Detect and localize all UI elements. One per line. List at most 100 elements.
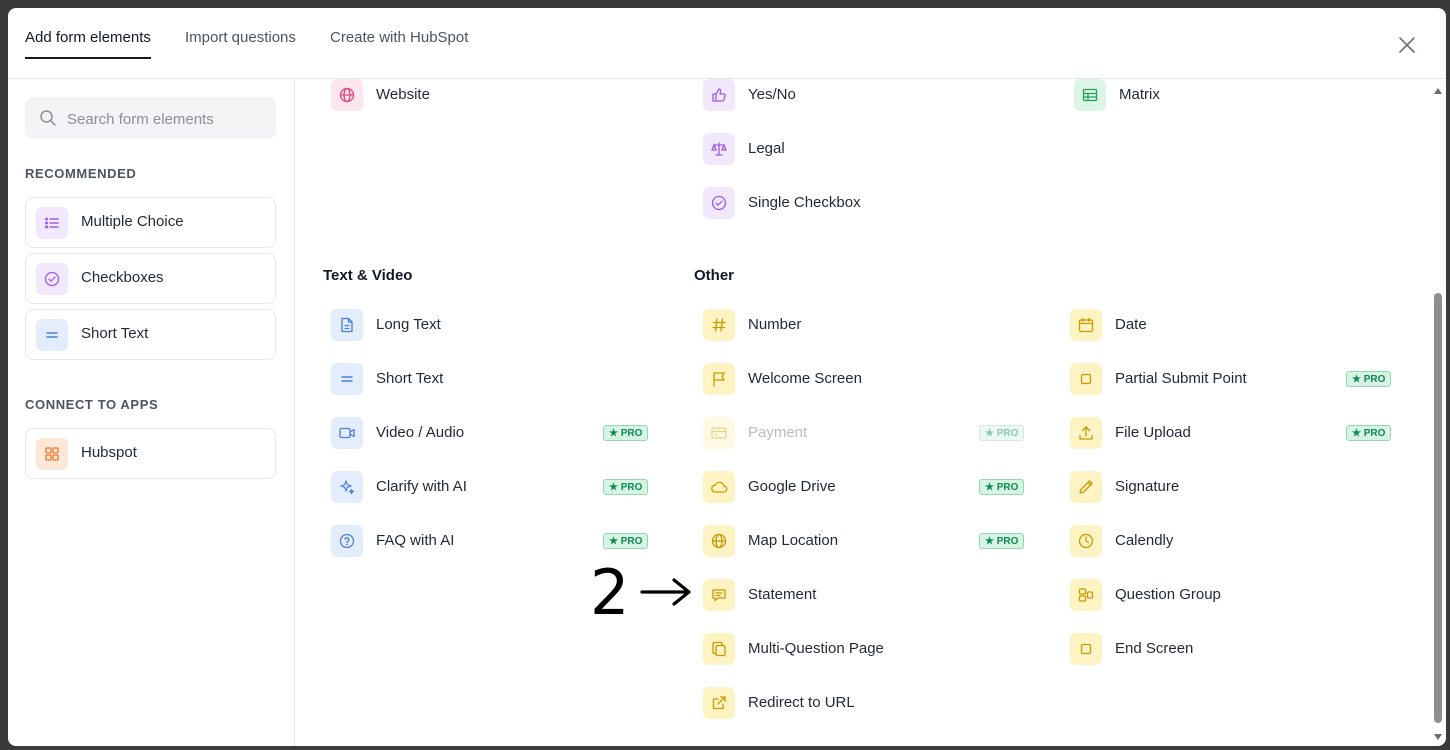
element-label: Welcome Screen bbox=[748, 370, 862, 387]
element-label: Number bbox=[748, 316, 802, 333]
pro-badge: ★ PRO bbox=[1346, 425, 1392, 441]
sparkle-icon bbox=[331, 471, 363, 503]
square-icon bbox=[1070, 633, 1102, 665]
search-box[interactable] bbox=[25, 97, 276, 139]
sidebar-item-checkboxes[interactable]: Checkboxes bbox=[25, 253, 276, 304]
card-icon bbox=[703, 417, 735, 449]
pen-icon bbox=[1070, 471, 1102, 503]
element-signature[interactable]: Signature bbox=[1070, 471, 1400, 503]
list-icon bbox=[36, 207, 68, 239]
sidebar-item-label: Checkboxes bbox=[81, 269, 164, 286]
cloud-icon bbox=[703, 471, 735, 503]
calendar-icon bbox=[1070, 309, 1102, 341]
elements-grid: Website Yes/No Legal Single Checkbox Mat… bbox=[295, 79, 1446, 746]
element-label: Google Drive bbox=[748, 478, 836, 495]
element-google-drive[interactable]: Google Drive ★ PRO bbox=[703, 471, 1033, 503]
element-statement[interactable]: Statement bbox=[703, 579, 1033, 611]
close-button[interactable] bbox=[1396, 34, 1418, 56]
flag-icon bbox=[703, 363, 735, 395]
thumbs-up-icon bbox=[703, 79, 735, 111]
recommended-heading: RECOMMENDED bbox=[25, 166, 137, 181]
element-label: Payment bbox=[748, 424, 808, 441]
element-redirect-to-url[interactable]: Redirect to URL bbox=[703, 687, 1033, 719]
scrollbar[interactable] bbox=[1430, 79, 1446, 746]
element-map-location[interactable]: Map Location ★ PRO bbox=[703, 525, 1033, 557]
element-calendly[interactable]: Calendly bbox=[1070, 525, 1400, 557]
element-date[interactable]: Date bbox=[1070, 309, 1400, 341]
element-label: Calendly bbox=[1115, 532, 1174, 549]
element-question-group[interactable]: Question Group bbox=[1070, 579, 1400, 611]
element-label: Statement bbox=[748, 586, 817, 603]
check-circle-icon bbox=[703, 187, 735, 219]
pro-badge: ★ PRO bbox=[603, 425, 649, 441]
tab-import-questions[interactable]: Import questions bbox=[185, 28, 296, 58]
globe-icon bbox=[703, 525, 735, 557]
table-icon bbox=[1074, 79, 1106, 111]
text-video-heading: Text & Video bbox=[323, 267, 413, 284]
pro-badge: ★ PRO bbox=[979, 533, 1025, 549]
element-number[interactable]: Number bbox=[703, 309, 1033, 341]
element-multi-question-page[interactable]: Multi-Question Page bbox=[703, 633, 1033, 665]
close-icon bbox=[1399, 37, 1415, 53]
element-website[interactable]: Website bbox=[331, 79, 631, 111]
check-circle-icon bbox=[36, 263, 68, 295]
element-video-audio[interactable]: Video / Audio ★ PRO bbox=[331, 417, 661, 449]
speech-bubble-icon bbox=[703, 579, 735, 611]
element-legal[interactable]: Legal bbox=[703, 133, 1003, 165]
element-yes-no[interactable]: Yes/No bbox=[703, 79, 1003, 111]
annotation-arrow-icon bbox=[640, 578, 691, 606]
pro-badge: ★ PRO bbox=[603, 533, 649, 549]
sidebar-item-short-text[interactable]: Short Text bbox=[25, 309, 276, 360]
element-label: Question Group bbox=[1115, 586, 1221, 603]
pro-badge: ★ PRO bbox=[1346, 371, 1392, 387]
sidebar-item-multiple-choice[interactable]: Multiple Choice bbox=[25, 197, 276, 248]
tab-add-form-elements[interactable]: Add form elements bbox=[25, 28, 151, 59]
equals-icon bbox=[36, 319, 68, 351]
globe-icon bbox=[331, 79, 363, 111]
element-label: Date bbox=[1115, 316, 1147, 333]
connect-to-apps-heading: CONNECT TO APPS bbox=[25, 397, 159, 412]
element-partial-submit-point[interactable]: Partial Submit Point ★ PRO bbox=[1070, 363, 1400, 395]
element-label: Clarify with AI bbox=[376, 478, 467, 495]
element-label: FAQ with AI bbox=[376, 532, 455, 549]
tab-create-with-hubspot[interactable]: Create with HubSpot bbox=[330, 28, 468, 58]
element-label: Short Text bbox=[376, 370, 444, 387]
question-circle-icon bbox=[331, 525, 363, 557]
clock-icon bbox=[1070, 525, 1102, 557]
sidebar-item-hubspot[interactable]: Hubspot bbox=[25, 428, 276, 479]
element-clarify-with-ai[interactable]: Clarify with AI ★ PRO bbox=[331, 471, 661, 503]
element-label: Yes/No bbox=[748, 86, 796, 103]
element-matrix[interactable]: Matrix bbox=[1074, 79, 1374, 111]
element-label: Website bbox=[376, 86, 430, 103]
element-label: Matrix bbox=[1119, 86, 1160, 103]
tab-bar: Add form elements Import questions Creat… bbox=[8, 8, 1446, 79]
upload-icon bbox=[1070, 417, 1102, 449]
pro-badge: ★ PRO bbox=[979, 479, 1025, 495]
element-label: Single Checkbox bbox=[748, 194, 861, 211]
element-label: Legal bbox=[748, 140, 785, 157]
sidebar-item-label: Short Text bbox=[81, 325, 149, 342]
element-welcome-screen[interactable]: Welcome Screen bbox=[703, 363, 1033, 395]
element-end-screen[interactable]: End Screen bbox=[1070, 633, 1400, 665]
scroll-up-icon[interactable] bbox=[1433, 87, 1443, 95]
add-form-elements-modal: Add form elements Import questions Creat… bbox=[8, 8, 1446, 746]
video-icon bbox=[331, 417, 363, 449]
element-short-text[interactable]: Short Text bbox=[331, 363, 661, 395]
sidebar-item-label: Hubspot bbox=[81, 444, 137, 461]
element-payment[interactable]: Payment ★ PRO bbox=[703, 417, 1033, 449]
element-label: End Screen bbox=[1115, 640, 1194, 657]
scrollbar-thumb[interactable] bbox=[1434, 293, 1442, 723]
element-long-text[interactable]: Long Text bbox=[331, 309, 661, 341]
element-file-upload[interactable]: File Upload ★ PRO bbox=[1070, 417, 1400, 449]
scroll-down-icon[interactable] bbox=[1433, 733, 1443, 741]
external-link-icon bbox=[703, 687, 735, 719]
search-input[interactable] bbox=[65, 107, 269, 131]
element-label: Map Location bbox=[748, 532, 839, 549]
other-heading: Other bbox=[694, 267, 735, 284]
copy-icon bbox=[703, 633, 735, 665]
element-label: Video / Audio bbox=[376, 424, 465, 441]
scale-icon bbox=[703, 133, 735, 165]
element-single-checkbox[interactable]: Single Checkbox bbox=[703, 187, 1003, 219]
annotation-number: 2 bbox=[590, 556, 630, 629]
element-label: Multi-Question Page bbox=[748, 640, 884, 657]
